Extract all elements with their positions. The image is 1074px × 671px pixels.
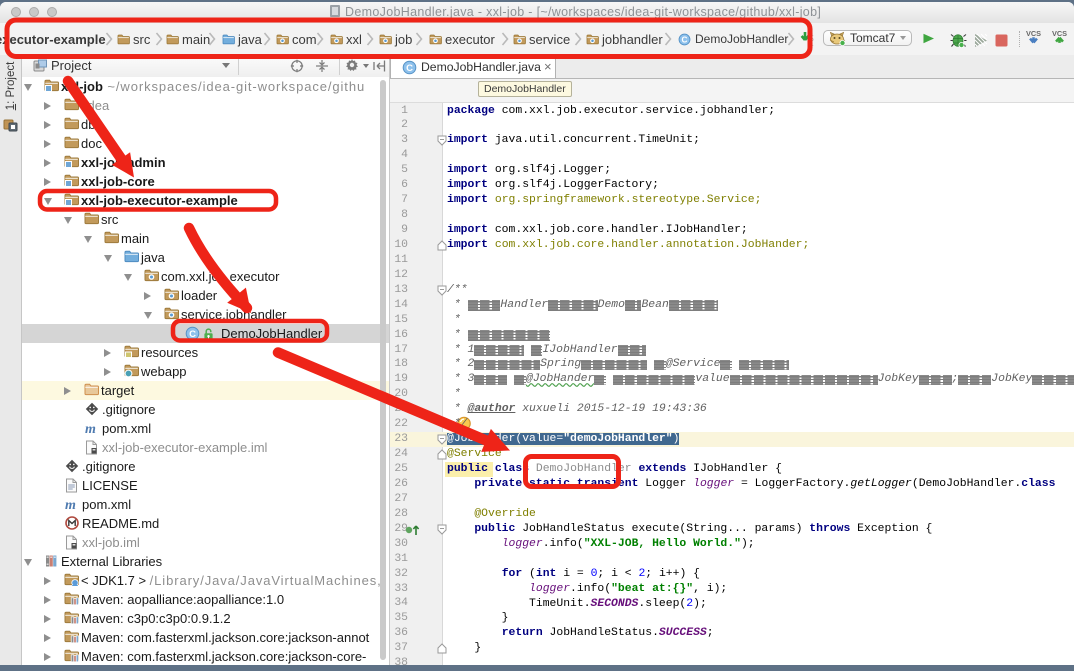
svg-text:C: C [406, 63, 413, 74]
svg-text:C: C [189, 329, 196, 340]
svg-text:VCS: VCS [1026, 29, 1041, 38]
svg-text:VCS: VCS [1052, 29, 1067, 38]
svg-text:1: 1 [811, 42, 814, 47]
svg-text:C: C [682, 35, 688, 44]
svg-text:m: m [85, 422, 96, 435]
svg-text:m: m [65, 498, 76, 511]
